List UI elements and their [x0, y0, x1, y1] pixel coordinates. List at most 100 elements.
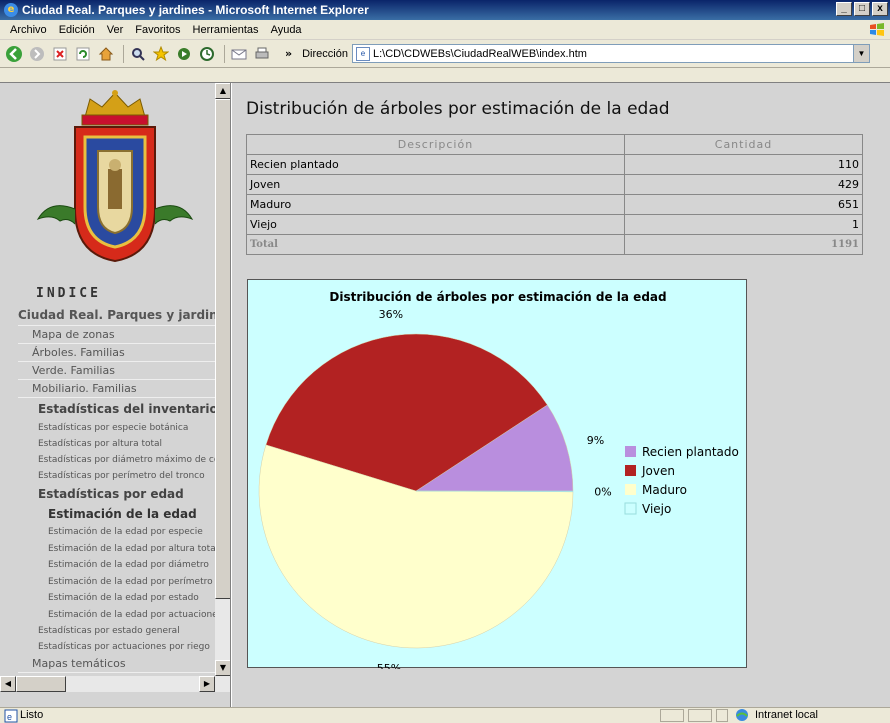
sidebar-item[interactable]: Estimación de la edad por actuaciones: [18, 607, 220, 624]
legend-swatch: [625, 446, 636, 457]
pie-percent-label: 55%: [377, 662, 401, 669]
sidebar-item[interactable]: Estadísticas por edad: [18, 484, 220, 504]
mail-icon: [231, 49, 247, 59]
back-button[interactable]: [4, 44, 24, 64]
sidebar-item[interactable]: Mapa de zonas: [18, 326, 220, 344]
sidebar-item[interactable]: Mobiliario. Familias: [18, 380, 220, 398]
stop-icon: [53, 47, 67, 60]
toolbar-separator: [224, 44, 225, 63]
sidebar-item[interactable]: Estadísticas por especie botánica: [18, 420, 220, 436]
table-row: Viejo 1: [246, 214, 863, 235]
history-button[interactable]: [197, 44, 217, 64]
cell-quantity: 110: [624, 154, 863, 175]
maximize-button[interactable]: □: [854, 2, 870, 16]
vertical-scrollbar[interactable]: ▲ ▼: [215, 83, 230, 676]
main-frame: Distribución de árboles por estimación d…: [232, 83, 890, 708]
sidebar-item[interactable]: Verde. Familias: [18, 362, 220, 380]
coat-of-arms-logo: [36, 90, 194, 263]
forward-button[interactable]: [27, 44, 47, 64]
sidebar-item[interactable]: Estimación de la edad por altura total: [18, 541, 220, 558]
status-text: Listo: [20, 709, 44, 721]
scroll-down-arrow[interactable]: ▼: [215, 660, 230, 676]
minimize-button[interactable]: _: [836, 2, 852, 16]
status-page-icon: e: [4, 709, 18, 723]
address-input[interactable]: L:\CD\CDWEBs\CiudadRealWEB\index.htm: [373, 48, 587, 60]
pie-chart: Distribución de árboles por estimación d…: [258, 290, 739, 675]
address-label: Dirección: [302, 47, 348, 60]
sidebar-item[interactable]: Estadísticas por altura total: [18, 436, 220, 452]
window-controls: _ □ x: [836, 2, 888, 16]
home-button[interactable]: [96, 44, 116, 64]
scroll-thumb[interactable]: [215, 99, 230, 599]
menu-herramientas[interactable]: Herramientas: [187, 24, 265, 36]
status-bar: e Listo Intranet local: [0, 707, 890, 723]
status-panel: [660, 709, 684, 722]
pie-percent-label: 9%: [587, 434, 604, 447]
media-button[interactable]: [174, 44, 194, 64]
legend-label: Recien plantado: [642, 445, 739, 459]
intranet-globe-icon: [734, 708, 750, 723]
sidebar-item[interactable]: Estadísticas por diámetro máximo de copa: [18, 452, 220, 468]
horizontal-scrollbar[interactable]: ◀ ▶: [0, 676, 230, 692]
total-value: 1191: [624, 234, 863, 255]
menu-archivo[interactable]: Archivo: [4, 24, 53, 36]
cell-description: Maduro: [246, 194, 625, 215]
sidebar-item[interactable]: Estimación de la edad: [18, 504, 220, 524]
page-icon: e: [355, 46, 370, 61]
sidebar-item[interactable]: Estimación de la edad por especie: [18, 524, 220, 541]
column-header-cantidad: Cantidad: [624, 134, 863, 155]
security-zone: Intranet local: [755, 709, 818, 721]
sidebar-item[interactable]: Mapas temáticos: [18, 655, 220, 673]
title-bar: e Ciudad Real. Parques y jardines - Micr…: [0, 0, 890, 20]
toolbar: » Dirección e L:\CD\CDWEBs\CiudadRealWEB…: [0, 40, 890, 68]
search-button[interactable]: [128, 44, 148, 64]
legend-label: Joven: [641, 464, 675, 478]
menu-favoritos[interactable]: Favoritos: [129, 24, 186, 36]
toolbar-overflow-chevron[interactable]: »: [285, 47, 292, 60]
address-dropdown-button[interactable]: ▼: [852, 45, 869, 62]
total-label: Total: [246, 234, 625, 255]
status-panel: [688, 709, 712, 722]
mail-button[interactable]: [229, 44, 249, 64]
sidebar-item[interactable]: Estadísticas por estado general: [18, 623, 220, 639]
favorites-button[interactable]: [151, 44, 171, 64]
sidebar-item[interactable]: Estimación de la edad por perímetro: [18, 574, 220, 591]
ie-icon: e: [4, 3, 18, 17]
sidebar-item[interactable]: Ciudad Real. Parques y jardines: [18, 304, 220, 326]
sidebar-item[interactable]: Estadísticas del inventario: [18, 398, 220, 420]
pie-percent-label: 36%: [379, 308, 403, 321]
index-heading: INDICE: [36, 286, 101, 301]
age-table: Descripción Cantidad Recien plantado 110…: [246, 134, 863, 255]
menu-ayuda[interactable]: Ayuda: [265, 24, 308, 36]
sidebar-item[interactable]: Estimación de la edad por estado: [18, 590, 220, 607]
sidebar-item[interactable]: Estadísticas por perímetro del tronco: [18, 468, 220, 484]
sidebar-item[interactable]: Estadísticas por actuaciones por riego: [18, 639, 220, 655]
print-icon: [255, 47, 269, 58]
table-total-row: Total 1191: [246, 234, 863, 255]
left-frame: INDICE Ciudad Real. Parques y jardines Ma…: [0, 83, 231, 708]
stop-button[interactable]: [50, 44, 70, 64]
hscroll-thumb[interactable]: [16, 676, 66, 692]
windows-logo-icon: [870, 23, 884, 36]
legend-label: Maduro: [642, 483, 687, 497]
refresh-button[interactable]: [73, 44, 93, 64]
address-bar[interactable]: e L:\CD\CDWEBs\CiudadRealWEB\index.htm ▼: [351, 44, 870, 63]
menu-edicion[interactable]: Edición: [53, 24, 101, 36]
table-row: Maduro 651: [246, 194, 863, 215]
column-header-descripcion: Descripción: [246, 134, 625, 155]
sidebar-item[interactable]: Árboles. Familias: [18, 344, 220, 362]
menu-ver[interactable]: Ver: [101, 24, 130, 36]
close-button[interactable]: x: [872, 2, 888, 16]
scroll-left-arrow[interactable]: ◀: [0, 676, 16, 692]
sidebar-item[interactable]: Estimación de la edad por diámetro: [18, 557, 220, 574]
scroll-right-arrow[interactable]: ▶: [199, 676, 215, 692]
pie-percent-label: 0%: [594, 485, 611, 498]
sidebar-nav: Ciudad Real. Parques y jardines Mapa de z…: [18, 304, 220, 691]
print-button[interactable]: [252, 44, 272, 64]
scroll-up-arrow[interactable]: ▲: [215, 83, 230, 99]
star-icon: [153, 45, 169, 61]
media-icon: [178, 47, 190, 60]
legend-swatch: [625, 465, 636, 476]
refresh-icon: [76, 47, 90, 60]
legend-label: Viejo: [642, 502, 671, 516]
